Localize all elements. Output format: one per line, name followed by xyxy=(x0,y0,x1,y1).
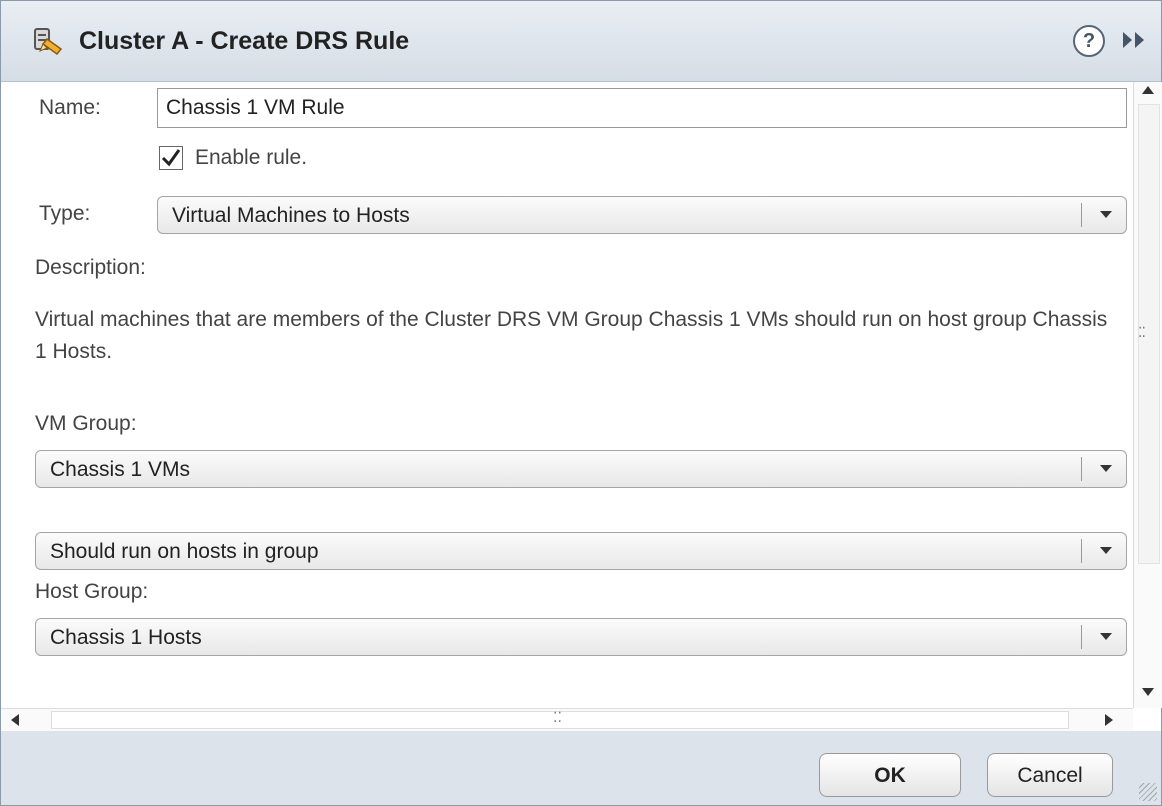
cancel-button[interactable]: Cancel xyxy=(987,753,1113,797)
host-group-label: Host Group: xyxy=(35,580,149,603)
host-group-dropdown[interactable]: Chassis 1 Hosts xyxy=(35,618,1127,656)
rule-dropdown[interactable]: Should run on hosts in group xyxy=(35,532,1127,570)
scroll-down-icon[interactable] xyxy=(1142,688,1154,696)
name-input-value: Chassis 1 VM Rule xyxy=(166,96,345,119)
type-dropdown-value: Virtual Machines to Hosts xyxy=(172,204,410,227)
chevron-down-icon[interactable] xyxy=(1100,211,1112,218)
dropdown-separator xyxy=(1081,539,1082,563)
dialog-title: Cluster A - Create DRS Rule xyxy=(79,27,410,55)
horizontal-scrollbar[interactable]: ⁚⁚ xyxy=(1,708,1133,732)
resize-grip-icon[interactable] xyxy=(1139,783,1157,801)
help-icon[interactable]: ? xyxy=(1073,25,1105,57)
grip-icon: ⁚⁚ xyxy=(1138,324,1146,340)
chevron-down-icon[interactable] xyxy=(1100,633,1112,640)
description-text: Virtual machines that are members of the… xyxy=(35,308,1108,363)
chevron-down-icon[interactable] xyxy=(1100,547,1112,554)
vm-group-label: VM Group: xyxy=(35,412,137,435)
dropdown-separator xyxy=(1081,203,1082,227)
dropdown-separator xyxy=(1081,457,1082,481)
grip-icon: ⁚⁚ xyxy=(553,709,562,725)
vm-group-dropdown-value: Chassis 1 VMs xyxy=(50,458,191,481)
ok-button[interactable]: OK xyxy=(819,753,961,797)
scroll-left-icon[interactable] xyxy=(11,714,19,726)
scroll-right-icon[interactable] xyxy=(1105,714,1113,726)
drs-rule-icon xyxy=(31,25,67,57)
enable-rule-checkbox[interactable] xyxy=(159,146,183,170)
chevron-down-icon[interactable] xyxy=(1100,465,1112,472)
description-label: Description: xyxy=(35,256,146,279)
rule-dropdown-value: Should run on hosts in group xyxy=(50,540,319,563)
type-label: Type: xyxy=(39,202,91,225)
vm-group-dropdown[interactable]: Chassis 1 VMs xyxy=(35,450,1127,488)
dialog-titlebar[interactable]: Cluster A - Create DRS Rule ? xyxy=(1,1,1161,82)
name-input[interactable]: Chassis 1 VM Rule xyxy=(157,88,1127,128)
create-drs-rule-dialog: Cluster A - Create DRS Rule ? Name: Chas… xyxy=(0,0,1162,806)
host-group-dropdown-value: Chassis 1 Hosts xyxy=(50,626,202,649)
dialog-footer: OK Cancel xyxy=(1,731,1161,805)
dialog-content: Name: Chassis 1 VM Rule Enable rule. Typ… xyxy=(1,82,1133,708)
enable-rule-label[interactable]: Enable rule. xyxy=(195,146,307,170)
expand-icon[interactable] xyxy=(1119,27,1149,53)
vertical-scrollbar[interactable]: ⁚⁚ xyxy=(1133,82,1162,708)
dropdown-separator xyxy=(1081,625,1082,649)
type-dropdown[interactable]: Virtual Machines to Hosts xyxy=(157,196,1127,234)
name-label: Name: xyxy=(39,96,101,119)
scroll-up-icon[interactable] xyxy=(1142,86,1154,94)
